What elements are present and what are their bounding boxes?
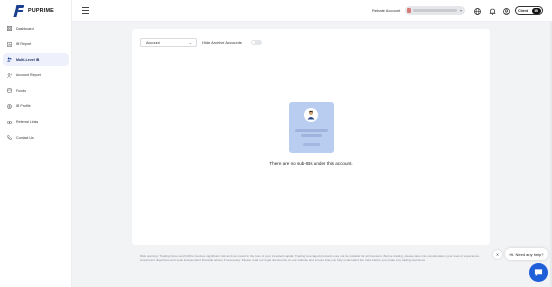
top-bar: Rebate Account ▾ Client IB: [72, 0, 552, 22]
account-select-value: Account: [146, 40, 160, 45]
logo-mark-icon: [13, 4, 25, 17]
globe-icon[interactable]: [473, 7, 481, 15]
account-flag-icon: [407, 8, 411, 13]
user-account-icon[interactable]: [502, 7, 510, 15]
client-toggle-label[interactable]: Client: [518, 9, 532, 13]
empty-state-message: There are no sub-IBs under this account.: [269, 161, 353, 166]
sidebar: PUPRIME Dashboard IB Report Multi-Level …: [0, 0, 72, 287]
profile-icon: [7, 103, 12, 109]
users-icon: [7, 57, 12, 62]
avatar: [304, 108, 318, 122]
chevron-down-icon: ▾: [459, 8, 462, 13]
user-name-redacted: [295, 129, 328, 132]
sidebar-item-funds[interactable]: Funds: [3, 84, 69, 97]
chevron-down-icon: ⌄: [188, 40, 192, 45]
sidebar-item-label: Contact Us: [16, 135, 34, 140]
sidebar-item-dashboard[interactable]: Dashboard: [3, 22, 69, 35]
sidebar-item-label: Funds: [16, 88, 26, 93]
risk-disclaimer: Risk warning: Trading Forex and CFDs inv…: [140, 254, 480, 263]
contact-icon: [7, 135, 12, 140]
sidebar-item-label: IB Report: [16, 42, 32, 47]
user-email-redacted: [301, 134, 322, 137]
sidebar-item-label: Referral Links: [16, 120, 39, 125]
grid-icon: [7, 26, 12, 31]
help-bubble[interactable]: Hi. Need any help?: [505, 248, 548, 260]
hide-archive-toggle[interactable]: [251, 40, 262, 45]
sidebar-item-label: IB Profile: [16, 104, 31, 109]
brand-logo[interactable]: PUPRIME: [13, 4, 54, 17]
person-icon: [307, 110, 315, 120]
chat-button[interactable]: [529, 263, 548, 282]
sidebar-item-ib-report[interactable]: IB Report: [3, 38, 69, 51]
hide-archive-label: Hide Archive Accounts: [202, 40, 242, 45]
toggle-knob: [252, 41, 255, 44]
sidebar-item-label: Multi-Level IB: [16, 57, 40, 62]
funds-icon: [7, 88, 12, 93]
account-select[interactable]: Account ⌄: [140, 38, 197, 47]
chat-icon: [534, 269, 543, 277]
sidebar-item-referral-links[interactable]: Referral Links: [3, 116, 69, 129]
account-value-redacted: [413, 9, 457, 12]
ib-user-tile[interactable]: [289, 102, 334, 153]
sidebar-item-contact-us[interactable]: Contact Us: [3, 131, 69, 144]
brand-name: PUPRIME: [28, 7, 54, 14]
rebate-account-select[interactable]: ▾: [405, 6, 465, 15]
account-report-icon: [7, 73, 12, 78]
close-icon[interactable]: ✕: [493, 250, 502, 259]
bell-icon[interactable]: [488, 7, 496, 15]
rebate-account-label: Rebate Account: [372, 8, 401, 13]
client-ib-toggle[interactable]: Client IB: [515, 6, 543, 15]
sidebar-item-ib-profile[interactable]: IB Profile: [3, 100, 69, 113]
sidebar-item-label: Dashboard: [16, 26, 34, 31]
sidebar-item-label: Account Report: [16, 73, 41, 78]
sidebar-item-multi-level-ib[interactable]: Multi-Level IB: [3, 53, 69, 67]
multi-level-ib-card: Account ⌄ Hide Archive Accounts There ar…: [132, 29, 490, 245]
ib-toggle-label[interactable]: IB: [531, 7, 541, 14]
report-icon: [7, 41, 12, 47]
menu-toggle-icon[interactable]: [82, 7, 89, 14]
sidebar-nav: Dashboard IB Report Multi-Level IB Accou…: [3, 22, 69, 147]
sidebar-item-account-report[interactable]: Account Report: [3, 69, 69, 82]
user-id-redacted: [303, 143, 320, 146]
link-icon: [7, 120, 12, 125]
